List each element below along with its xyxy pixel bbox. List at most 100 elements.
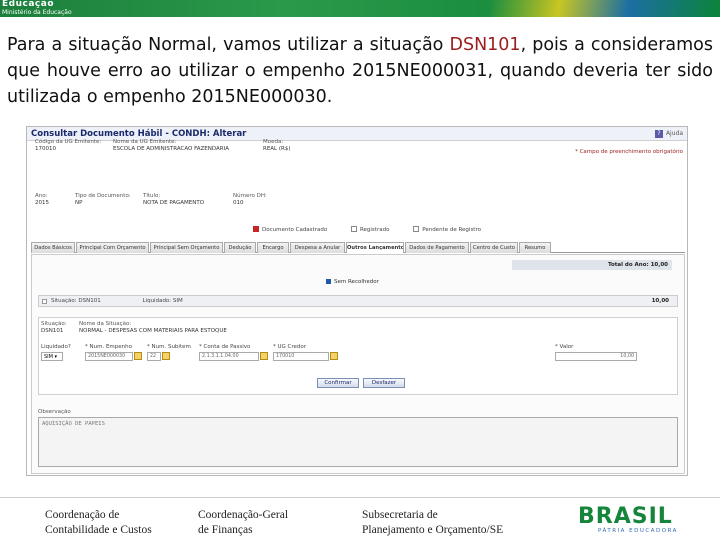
footer-3-line-1: Subsecretaria de (362, 509, 438, 521)
situacao-bar[interactable]: Situação: DSN101 Liquidado: SIM 10,00 (38, 295, 678, 307)
top-banner: Educação Ministério da Educação (0, 0, 720, 17)
help-icon: ? (654, 130, 663, 138)
brasil-logo: BRASIL PÁTRIA EDUCADORA (578, 506, 698, 538)
status-checks: Documento Cadastrado Registrado Pendente… (253, 226, 503, 233)
collapse-icon[interactable] (42, 299, 47, 304)
ug-input[interactable]: 170010 (273, 352, 329, 361)
liquidado-value: SIM (44, 354, 53, 360)
footer-subsecretaria: Subsecretaria de Planejamento e Orçament… (362, 508, 503, 538)
subitem-input[interactable]: 22 (147, 352, 161, 361)
headline-text: Para a situação Normal, vamos utilizar a… (7, 32, 713, 110)
subitem-label: * Num. Subitem (147, 344, 191, 350)
search-ug-icon[interactable] (330, 352, 338, 360)
situacao-bar-liquidado: Liquidado: SIM (142, 298, 183, 304)
banner-stripe (490, 0, 720, 17)
tab-dados-pagamento[interactable]: Dados de Pagamento (405, 242, 469, 253)
footer-1-line-2: Contabilidade e Custos (45, 524, 152, 536)
footer-2-line-2: de Finanças (198, 524, 253, 536)
screen-title: Consultar Documento Hábil - CONDH: Alter… (31, 129, 247, 139)
tab-dados-basicos[interactable]: Dados Básicos (31, 242, 75, 253)
ano-value: 2015 (35, 199, 49, 206)
empenho-label: * Num. Empenho (85, 344, 132, 350)
moeda-value: REAL (R$) (263, 145, 291, 152)
empenho-input[interactable]: 2015NE000030 (85, 352, 133, 361)
help-link[interactable]: ? Ajuda (654, 129, 683, 139)
tipo-doc-value: NP (75, 199, 83, 206)
check-registrado: Registrado (350, 226, 390, 233)
tab-centro-custo[interactable]: Centro de Custo (470, 242, 518, 253)
codigo-ug-value: 170010 (35, 145, 56, 152)
nome-ug-value: ESCOLA DE ADMINISTRACAO FAZENDARIA (113, 145, 229, 152)
titulo-value: NOTA DE PAGAMENTO (143, 199, 205, 206)
mec-logo: Educação Ministério da Educação (2, 0, 72, 17)
footer-coordenacao-contabilidade: Coordenação de Contabilidade e Custos (45, 508, 152, 538)
check-1-label: Documento Cadastrado (262, 226, 328, 233)
sem-recolhedor-label: Sem Recolhedor (334, 279, 379, 285)
valor-input[interactable]: 10,00 (555, 352, 637, 361)
search-empenho-icon[interactable] (134, 352, 142, 360)
tipo-doc-label: Tipo de Documento: (75, 193, 131, 199)
tab-outros-lancamentos[interactable]: Outros Lançamentos (346, 242, 404, 253)
field-codigo-ug: Código da UG Emitente: 170010 (35, 139, 101, 152)
siafi-screenshot: Consultar Documento Hábil - CONDH: Alter… (26, 126, 688, 476)
tab-resumo[interactable]: Resumo (519, 242, 551, 253)
situacao-label: Situação: (41, 321, 67, 327)
situacao-detail: Situação: DSN101 Nome da Situação: NORMA… (38, 317, 678, 395)
checkbox-icon (326, 279, 331, 284)
situacao-bar-value: 10,00 (651, 298, 669, 304)
nome-situacao-value: NORMAL - DESPESAS COM MATERIAIS PARA EST… (79, 327, 227, 334)
field-tipo-doc: Tipo de Documento: NP (75, 193, 131, 206)
tab-bar: Dados Básicos Principal Com Orçamento Pr… (31, 241, 685, 253)
sem-recolhedor[interactable]: Sem Recolhedor (326, 279, 379, 285)
search-subitem-icon[interactable] (162, 352, 170, 360)
ug-label: * UG Credor (273, 344, 307, 350)
tab-panel: Total do Ano: 10,00 Sem Recolhedor Situa… (31, 254, 685, 474)
brasil-wordmark: BRASIL (578, 504, 673, 529)
conta-label: * Conta de Passivo (199, 344, 251, 350)
check-pendente: Pendente de Registro (413, 226, 481, 233)
logo-line-2: Ministério da Educação (2, 9, 72, 16)
observacao-textarea[interactable]: AQUISIÇÃO DE PAPEIS (38, 417, 678, 467)
check-3-label: Pendente de Registro (422, 226, 481, 233)
ano-label: Ano: (35, 193, 48, 199)
field-ano: Ano: 2015 (35, 193, 49, 206)
field-moeda: Moeda: REAL (R$) (263, 139, 290, 152)
observacao-label: Observação (38, 409, 71, 415)
tab-principal-com-orcamento[interactable]: Principal Com Orçamento (76, 242, 149, 253)
field-situacao: Situação: DSN101 (41, 321, 67, 334)
codigo-ug-label: Código da UG Emitente: (35, 139, 102, 145)
search-conta-icon[interactable] (260, 352, 268, 360)
numero-dh-value: 010 (233, 199, 244, 206)
total-ano: Total do Ano: 10,00 (512, 260, 672, 270)
required-note: * Campo de preenchimento obrigatório (575, 149, 683, 155)
situacao-code: DSN101 (41, 327, 64, 334)
valor-label: * Valor (555, 344, 574, 350)
tab-despesa-anular[interactable]: Despesa a Anular (290, 242, 345, 253)
check-off-icon (413, 226, 420, 232)
headline-part-1: Para a situação Normal, vamos utilizar a… (7, 35, 450, 55)
liquidado-select[interactable]: SIM ▾ (41, 352, 63, 361)
situacao-bar-label: Situação: DSN101 (51, 298, 101, 304)
check-2-label: Registrado (359, 226, 390, 233)
headline-highlight: DSN101 (449, 35, 521, 55)
confirmar-button[interactable]: Confirmar (317, 378, 359, 388)
footer-coordenacao-financas: Coordenação-Geral de Finanças (198, 508, 288, 538)
help-label: Ajuda (665, 130, 683, 137)
slide: Educação Ministério da Educação Para a s… (0, 0, 720, 540)
tab-encargo[interactable]: Encargo (257, 242, 289, 253)
footer-3-line-2: Planejamento e Orçamento/SE (362, 524, 504, 536)
field-nome-situacao: Nome da Situação: NORMAL - DESPESAS COM … (79, 321, 227, 334)
logo-line-1: Educação (2, 0, 54, 9)
check-on-icon (253, 226, 259, 232)
desfazer-button[interactable]: Desfazer (363, 378, 405, 388)
check-off-icon (350, 226, 357, 232)
conta-input[interactable]: 2.1.3.1.1.04.00 (199, 352, 259, 361)
field-titulo: Título: NOTA DE PAGAMENTO (143, 193, 204, 206)
footer-divider (0, 497, 720, 498)
tab-principal-sem-orcamento[interactable]: Principal Sem Orçamento (150, 242, 223, 253)
liquidado-label: Liquidado? (41, 344, 71, 350)
check-documento-cadastrado: Documento Cadastrado (253, 226, 328, 233)
tab-deducao[interactable]: Dedução (224, 242, 256, 253)
field-nome-ug: Nome da UG Emitente: ESCOLA DE ADMINISTR… (113, 139, 229, 152)
field-numero-dh: Número DH: 010 (233, 193, 267, 206)
